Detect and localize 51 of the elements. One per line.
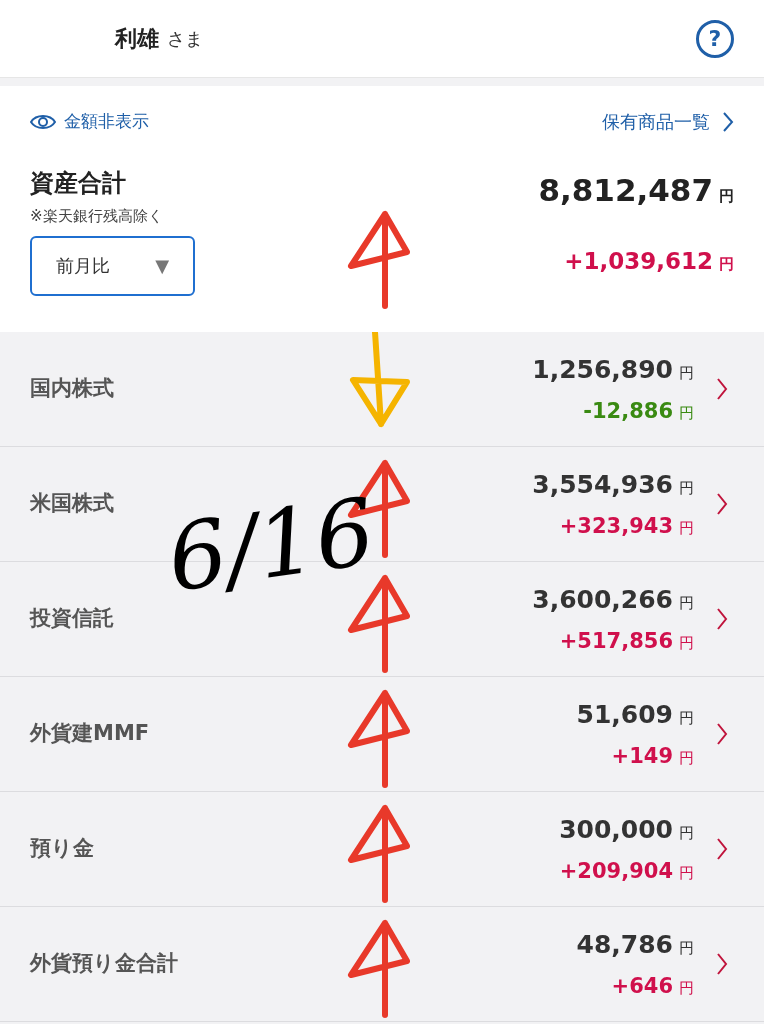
help-button[interactable]: ? [696,19,734,58]
yen-unit: 円 [679,518,694,539]
user-name: 利雄 [115,25,159,53]
eye-icon [30,112,56,131]
yen-unit: 円 [719,186,734,207]
chevron-right-icon [716,492,728,516]
change-amount: +1,039,612 [564,246,713,276]
yen-unit: 円 [679,592,694,614]
change-amount: +149 [611,743,673,770]
yen-unit: 円 [679,822,694,844]
asset-label: 預り金 [30,835,94,863]
change-amount: -12,886 [583,398,673,425]
change-amount: +323,943 [559,513,673,540]
yen-unit: 円 [679,937,694,959]
asset-value: 3,554,936 [532,468,673,501]
note-text: ※楽天銀行残高除く [30,206,164,227]
chevron-right-icon [722,110,734,133]
handwritten-note: 6/16 [162,486,380,606]
yen-unit: 円 [679,477,694,499]
asset-value: 3,600,266 [532,583,673,616]
yen-unit: 円 [679,362,694,384]
change-amount: +517,856 [559,628,673,655]
yen-unit: 円 [679,403,694,424]
chevron-right-icon [716,377,728,401]
chevron-right-icon [716,952,728,976]
asset-value: 300,000 [559,813,673,846]
yen-unit: 円 [679,978,694,999]
asset-label: 外貨建MMF [30,720,150,748]
asset-label: 国内株式 [30,375,114,403]
honorific-text: さま [167,27,203,51]
asset-label: 外貨預り金合計 [30,950,178,978]
change-amount: +646 [611,973,673,1000]
holdings-link[interactable]: 保有商品一覧 [602,108,734,135]
hide-amounts-button[interactable]: 金額非表示 [30,108,149,135]
change-amount: +209,904 [559,858,673,885]
asset-label: 米国株式 [30,490,114,518]
chevron-right-icon [716,837,728,861]
asset-label: 投資信託 [30,605,114,633]
chevron-right-icon [716,607,728,631]
period-dropdown[interactable]: 前月比 ▼ [30,235,195,296]
chevron-right-icon [716,722,728,746]
asset-value: 51,609 [576,698,673,731]
yen-unit: 円 [679,863,694,884]
asset-value: 48,786 [576,928,673,961]
asset-value: 1,256,890 [532,353,673,386]
total-assets-title: 資産合計 [30,168,127,199]
yen-unit: 円 [679,748,694,769]
total-amount: 8,812,487 [538,171,713,210]
yen-unit: 円 [679,707,694,729]
yen-unit: 円 [719,253,734,275]
yen-unit: 円 [679,633,694,654]
